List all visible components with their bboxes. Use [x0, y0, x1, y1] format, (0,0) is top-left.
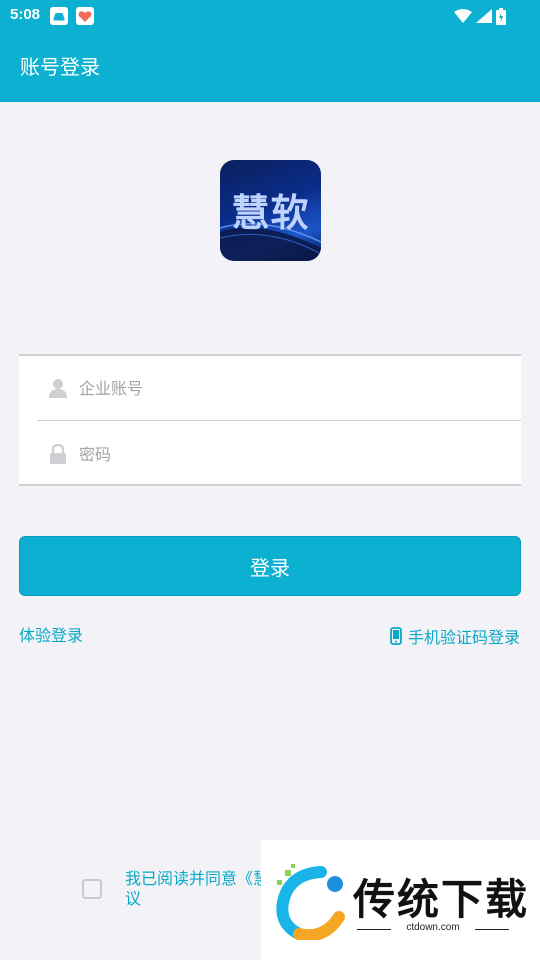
watermark-title: 传统下载 [353, 875, 530, 924]
heart-app-icon [76, 7, 94, 25]
field-divider [37, 419, 521, 421]
car-app-icon [50, 7, 68, 25]
logo-text: 慧软 [231, 191, 310, 235]
app-bar: 账号登录 [0, 32, 540, 102]
sms-login-label: 手机验证码登录 [407, 628, 520, 647]
status-bar: 5:08 [0, 0, 540, 32]
login-form [19, 354, 521, 486]
page-title: 账号登录 [20, 55, 100, 79]
wifi-icon [454, 9, 472, 23]
trial-login-link[interactable]: 体验登录 [19, 622, 83, 646]
phone-icon [390, 627, 402, 645]
status-indicators [454, 6, 506, 26]
watermark-site: ctdown.com [353, 922, 513, 933]
sms-login-link[interactable]: 手机验证码登录 [390, 624, 520, 648]
account-field [19, 356, 521, 421]
watermark-logo-icon [276, 864, 345, 940]
account-input[interactable] [79, 356, 499, 420]
battery-icon [496, 7, 506, 25]
user-icon [49, 379, 67, 398]
agreement-checkbox[interactable] [82, 879, 102, 899]
watermark-overlay: 传统下载 ctdown.com [261, 840, 540, 960]
signal-icon [476, 9, 492, 23]
login-button[interactable]: 登录 [19, 536, 521, 596]
status-time: 5:08 [10, 6, 41, 23]
app-logo: 慧软 [220, 160, 321, 261]
lock-icon [50, 444, 66, 464]
password-field [19, 422, 521, 486]
password-input[interactable] [79, 422, 499, 486]
